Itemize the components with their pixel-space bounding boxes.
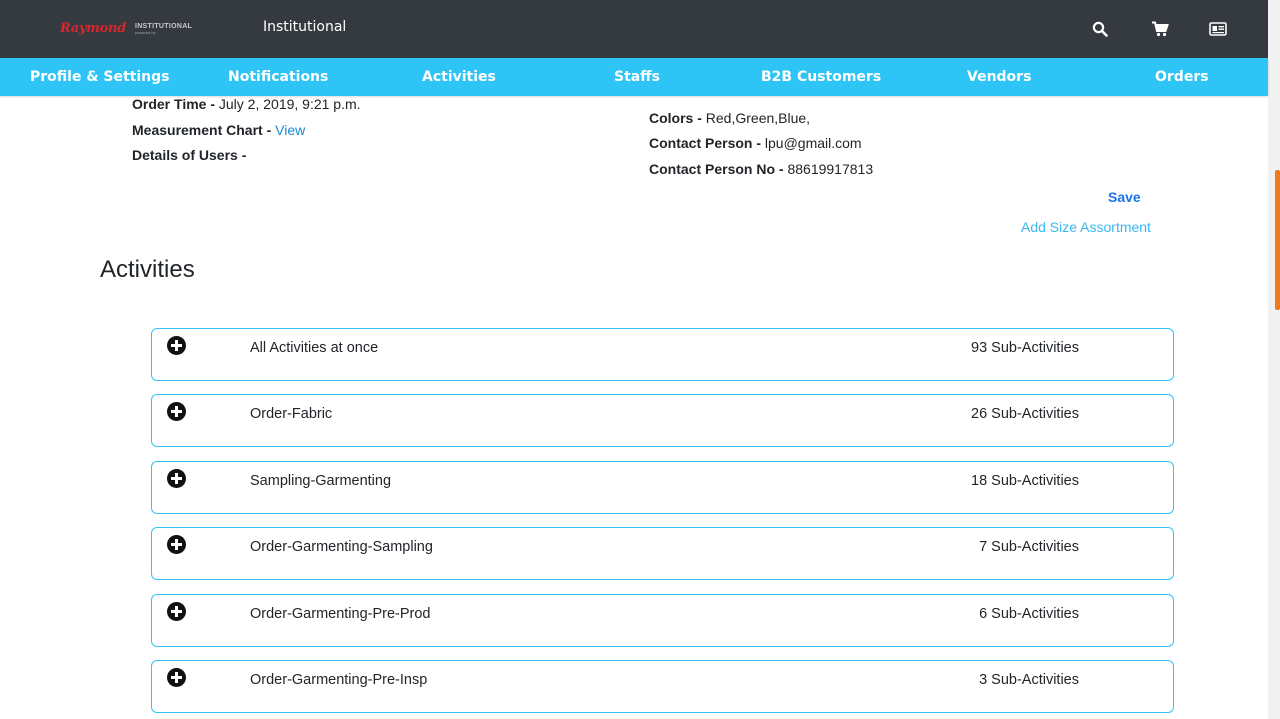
- nav-profile-settings[interactable]: Profile & Settings: [30, 69, 170, 85]
- nav-orders[interactable]: Orders: [1155, 69, 1209, 85]
- id-card-icon[interactable]: [1206, 17, 1230, 41]
- page-scrollbar-track[interactable]: [1268, 0, 1280, 719]
- expand-plus-icon[interactable]: [167, 535, 186, 554]
- colors-value: Red,Green,Blue,: [705, 110, 811, 126]
- sub-activity-count: 3 Sub-Activities: [979, 672, 1079, 688]
- sub-activity-count: 7 Sub-Activities: [979, 539, 1079, 555]
- contact-number-row: Contact Person No - 88619917813: [649, 161, 873, 177]
- activity-card[interactable]: Sampling-Garmenting 18 Sub-Activities: [151, 461, 1174, 514]
- expand-plus-icon[interactable]: [167, 336, 186, 355]
- contact-person-value: lpu@gmail.com: [764, 135, 862, 151]
- sub-activity-count: 93 Sub-Activities: [971, 340, 1079, 356]
- nav-b2b-customers[interactable]: B2B Customers: [761, 69, 881, 85]
- brand-logo[interactable]: Raymond INSTITUTIONAL powered by: [60, 21, 192, 36]
- expand-plus-icon[interactable]: [167, 602, 186, 621]
- main-nav: Profile & Settings Notifications Activit…: [0, 58, 1268, 96]
- expand-plus-icon[interactable]: [167, 402, 186, 421]
- activity-name: Order-Garmenting-Pre-Insp: [250, 672, 428, 688]
- colors-row: Colors - Red,Green,Blue,: [649, 110, 810, 126]
- order-time-row: Order Time - July 2, 2019, 9:21 p.m.: [132, 96, 361, 112]
- contact-person-row: Contact Person - lpu@gmail.com: [649, 135, 862, 151]
- contact-number-value: 88619917813: [787, 161, 874, 177]
- save-button[interactable]: Save: [1108, 189, 1141, 205]
- sub-activity-count: 6 Sub-Activities: [979, 606, 1079, 622]
- measurement-chart-label: Measurement Chart -: [132, 122, 272, 138]
- nav-staffs[interactable]: Staffs: [614, 69, 660, 85]
- activity-name: Order-Garmenting-Sampling: [250, 539, 433, 555]
- logo-main-text: Raymond: [60, 21, 126, 36]
- contact-person-label: Contact Person -: [649, 135, 762, 151]
- page-scrollbar-thumb[interactable]: [1275, 170, 1280, 310]
- activities-heading: Activities: [100, 256, 195, 283]
- activity-card[interactable]: Order-Garmenting-Pre-Insp 3 Sub-Activiti…: [151, 660, 1174, 713]
- activity-name: All Activities at once: [250, 340, 379, 356]
- nav-notifications[interactable]: Notifications: [228, 69, 328, 85]
- activity-name: Sampling-Garmenting: [250, 473, 392, 489]
- cart-icon[interactable]: [1148, 17, 1172, 41]
- activity-card[interactable]: Order-Garmenting-Pre-Prod 6 Sub-Activiti…: [151, 594, 1174, 647]
- measurement-chart-row: Measurement Chart - View: [132, 122, 305, 138]
- order-time-value: July 2, 2019, 9:21 p.m.: [218, 96, 361, 112]
- activity-name: Order-Garmenting-Pre-Prod: [250, 606, 431, 622]
- top-bar: Raymond INSTITUTIONAL powered by Institu…: [0, 0, 1268, 58]
- search-icon[interactable]: [1088, 17, 1112, 41]
- details-of-users-row: Details of Users -: [132, 147, 246, 163]
- contact-number-label: Contact Person No -: [649, 161, 784, 177]
- activity-card[interactable]: All Activities at once 93 Sub-Activities: [151, 328, 1174, 381]
- expand-plus-icon[interactable]: [167, 668, 186, 687]
- nav-vendors[interactable]: Vendors: [967, 69, 1031, 85]
- sub-activity-count: 18 Sub-Activities: [971, 473, 1079, 489]
- expand-plus-icon[interactable]: [167, 469, 186, 488]
- logo-sub-text: INSTITUTIONAL powered by: [134, 22, 193, 35]
- colors-label: Colors -: [649, 110, 702, 126]
- add-size-assortment-link[interactable]: Add Size Assortment: [1021, 219, 1151, 235]
- brand-name[interactable]: Institutional: [263, 19, 346, 35]
- order-time-label: Order Time -: [132, 96, 215, 112]
- activity-card[interactable]: Order-Garmenting-Sampling 7 Sub-Activiti…: [151, 527, 1174, 580]
- activity-name: Order-Fabric: [250, 406, 333, 422]
- nav-activities[interactable]: Activities: [422, 69, 496, 85]
- sub-activity-count: 26 Sub-Activities: [971, 406, 1079, 422]
- activity-card[interactable]: Order-Fabric 26 Sub-Activities: [151, 394, 1174, 447]
- details-of-users-label: Details of Users -: [132, 147, 247, 163]
- measurement-chart-view-link[interactable]: View: [275, 122, 305, 138]
